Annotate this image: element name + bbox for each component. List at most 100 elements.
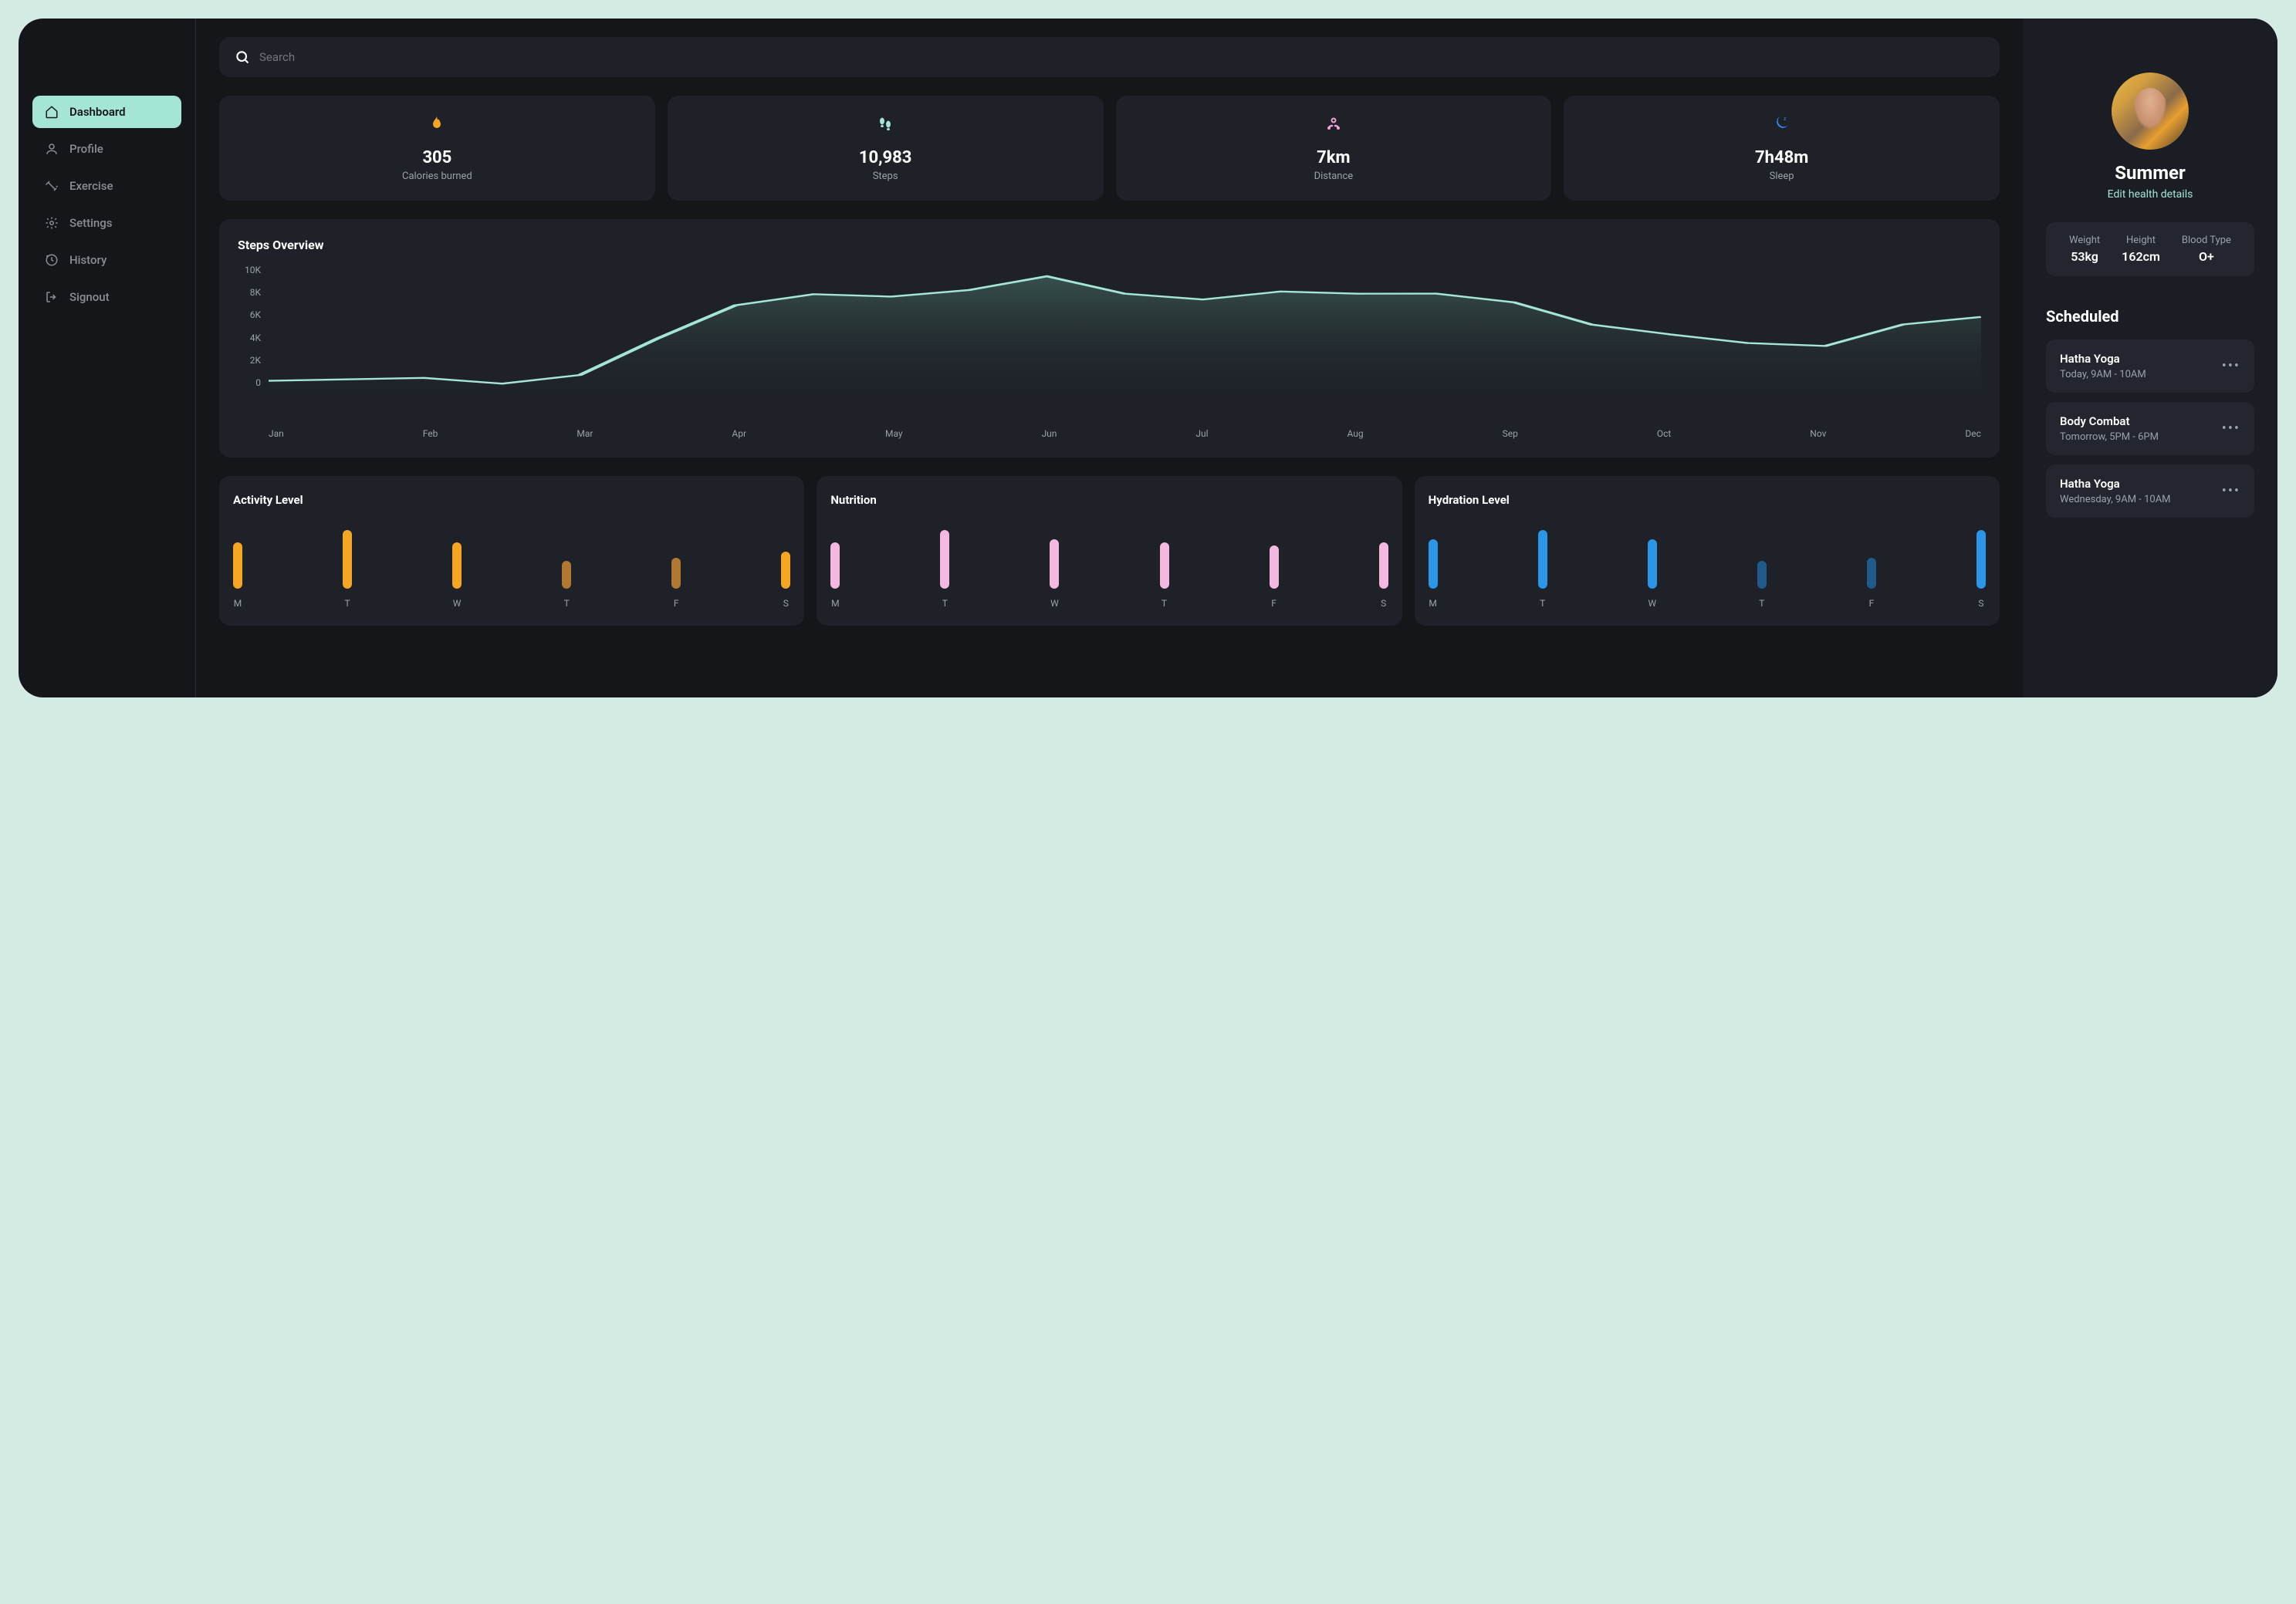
y-tick: 10K: [238, 265, 261, 275]
avatar[interactable]: [2112, 73, 2189, 150]
health-stats: Weight 53kg Height162cm Blood TypeO+: [2046, 222, 2254, 276]
app-shell: Dashboard Profile Exercise Settings History S…: [19, 19, 2277, 697]
schedule-name: Hatha Yoga: [2060, 352, 2146, 366]
profile-panel: Summer Edit health details Weight53kgHei…: [2023, 19, 2277, 697]
bar-label: T: [1538, 598, 1547, 609]
more-icon[interactable]: •••: [2222, 420, 2240, 437]
bar: [452, 542, 462, 589]
bar-label: T: [562, 598, 571, 609]
x-tick: Aug: [1348, 428, 1364, 439]
stat-card-sleep[interactable]: z7h48mSleep: [1564, 96, 2000, 201]
bar: [940, 530, 949, 589]
sidebar-item-settings[interactable]: Settings: [32, 207, 181, 239]
mini-chart-hydration-level[interactable]: Hydration LevelMTWTFS: [1415, 476, 2000, 626]
schedule-item[interactable]: Hatha Yoga Today, 9AM - 10AM •••: [2046, 339, 2254, 393]
mini-chart-activity-level[interactable]: Activity LevelMTWTFS: [219, 476, 804, 626]
search-bar[interactable]: [219, 37, 2000, 77]
health-label: Height: [2122, 235, 2160, 246]
stat-value: 7h48m: [1576, 148, 1987, 167]
bar: [1976, 530, 1986, 589]
health-stat-height: Height162cm: [2122, 235, 2160, 264]
stat-label: Steps: [680, 171, 1091, 182]
steps-line-chart: [269, 265, 1981, 419]
stat-card-calories-burned[interactable]: 305 Calories burned: [219, 96, 655, 201]
more-icon[interactable]: •••: [2222, 358, 2240, 374]
sidebar-item-history[interactable]: History: [32, 244, 181, 276]
sidebar-item-exercise[interactable]: Exercise: [32, 170, 181, 202]
health-stat-weight: Weight 53kg: [2069, 235, 2100, 264]
schedule-time: Today, 9AM - 10AM: [2060, 369, 2146, 380]
y-tick: 0: [238, 377, 261, 388]
x-tick: Dec: [1965, 428, 1981, 439]
bar: [1429, 539, 1438, 589]
bar: [1867, 558, 1876, 589]
x-tick: May: [885, 428, 903, 439]
schedule-item[interactable]: Hatha YogaWednesday, 9AM - 10AM•••: [2046, 464, 2254, 518]
sidebar-item-label: Signout: [69, 290, 110, 304]
bar: [1648, 539, 1657, 589]
bar-label: W: [1648, 598, 1657, 609]
health-label: Blood Type: [2182, 235, 2231, 246]
bar: [1270, 545, 1279, 589]
x-tick: Oct: [1657, 428, 1671, 439]
bar-label: T: [1160, 598, 1169, 609]
stat-card-steps[interactable]: 10,983Steps: [668, 96, 1104, 201]
more-icon[interactable]: •••: [2222, 483, 2240, 499]
stat-label: Distance: [1128, 171, 1540, 182]
home-icon: [45, 105, 59, 119]
mini-chart-title: Activity Level: [233, 493, 790, 507]
stat-value: 305: [232, 148, 643, 167]
bar: [343, 530, 352, 589]
sidebar-item-dashboard[interactable]: Dashboard: [32, 96, 181, 128]
mini-chart-nutrition[interactable]: NutritionMTWTFS: [817, 476, 1402, 626]
bar: [1538, 530, 1547, 589]
search-input[interactable]: [259, 50, 1984, 64]
y-tick: 4K: [238, 333, 261, 343]
schedule-name: Body Combat: [2060, 414, 2159, 428]
stat-card-distance[interactable]: 7km Distance: [1116, 96, 1552, 201]
bar-label: S: [781, 598, 790, 609]
bar-label: F: [1270, 598, 1279, 609]
sidebar-item-label: Exercise: [69, 179, 113, 193]
stat-label: Calories burned: [232, 171, 643, 182]
bar: [233, 542, 242, 589]
bar-label: W: [452, 598, 462, 609]
edit-health-details-link[interactable]: Edit health details: [2046, 188, 2254, 201]
bar-label: F: [671, 598, 681, 609]
bar: [562, 561, 571, 589]
scheduled-title: Scheduled: [2046, 307, 2254, 326]
steps-overview-panel: Steps Overview 10K8K6K4K2K0 JanFebMarApr…: [219, 219, 2000, 458]
x-tick: Feb: [423, 428, 438, 439]
bar: [1050, 539, 1059, 589]
user-icon: [45, 142, 59, 156]
health-stat-blood-type: Blood TypeO+: [2182, 235, 2231, 264]
x-tick: Mar: [577, 428, 593, 439]
bar-label: T: [1757, 598, 1767, 609]
logout-icon: [45, 290, 59, 304]
stat-icon: [680, 114, 1091, 137]
health-label: Weight: [2069, 235, 2100, 246]
main-content: 305 Calories burned 10,983Steps 7km Distance…: [196, 19, 2023, 697]
bar-label: S: [1976, 598, 1986, 609]
stat-value: 7km: [1128, 148, 1540, 167]
bar-label: M: [830, 598, 840, 609]
y-tick: 2K: [238, 355, 261, 366]
bar-label: S: [1379, 598, 1388, 609]
x-tick: Jun: [1042, 428, 1057, 439]
bar-label: W: [1050, 598, 1059, 609]
y-tick: 6K: [238, 309, 261, 320]
health-value: 53kg: [2069, 249, 2100, 264]
sidebar-item-label: Profile: [69, 142, 103, 156]
stat-icon: [232, 114, 643, 137]
sidebar-item-profile[interactable]: Profile: [32, 133, 181, 165]
sidebar-item-label: Dashboard: [69, 105, 126, 119]
sidebar-item-signout[interactable]: Signout: [32, 281, 181, 313]
bar: [781, 552, 790, 589]
mini-chart-title: Hydration Level: [1429, 493, 1986, 507]
bar: [1757, 561, 1767, 589]
schedule-item[interactable]: Body CombatTomorrow, 5PM - 6PM•••: [2046, 402, 2254, 455]
search-icon: [235, 49, 250, 65]
sidebar-item-label: Settings: [69, 216, 113, 230]
svg-text:z: z: [1784, 116, 1787, 122]
chart-title: Steps Overview: [238, 238, 1981, 252]
